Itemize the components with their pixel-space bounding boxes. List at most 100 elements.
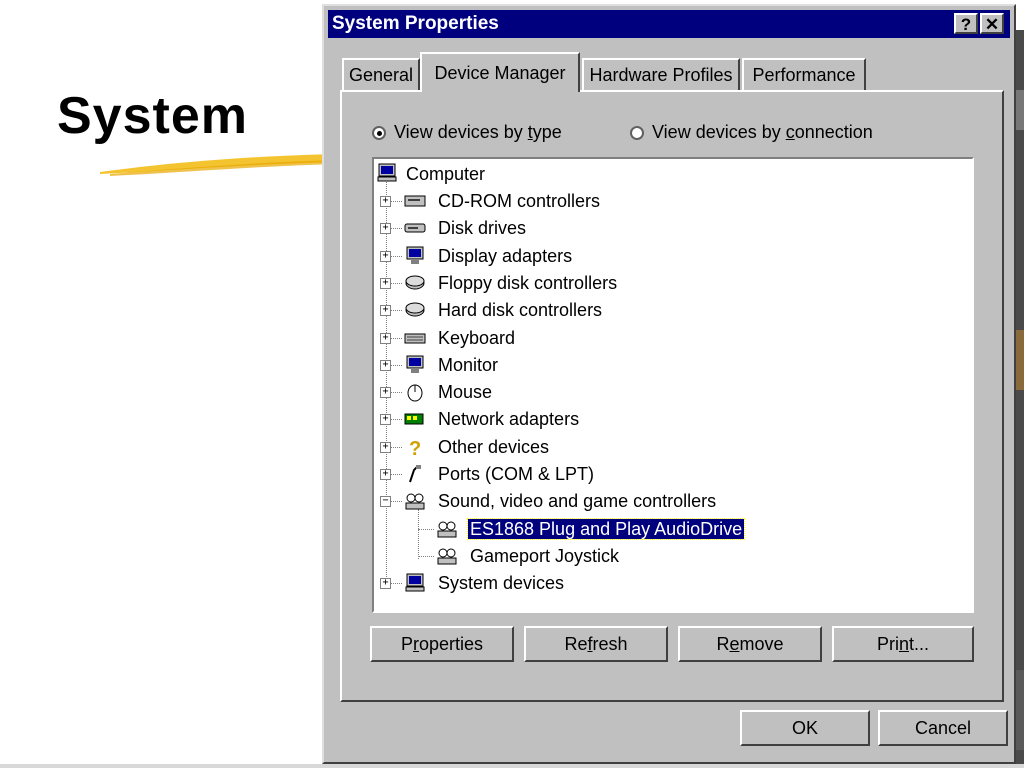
radio-unselected-icon [630, 126, 644, 141]
tree-node-label: CD-ROM controllers [438, 191, 601, 211]
sound-icon [437, 548, 457, 565]
expand-icon[interactable]: + [380, 333, 391, 344]
expand-icon[interactable]: + [380, 469, 391, 480]
tree-node-label: Monitor [438, 355, 499, 375]
tree-node-label: Network adapters [438, 409, 580, 429]
tree-guide-line [418, 529, 434, 530]
tab-hardware-profiles[interactable]: Hardware Profiles [582, 58, 740, 90]
tree-node-monitor[interactable]: Monitor [436, 352, 500, 378]
cancel-button[interactable]: Cancel [878, 710, 1008, 746]
refresh-button[interactable]: Refresh [524, 626, 668, 662]
system-properties-dialog: System Properties ? ✕ General Device Man… [322, 4, 1016, 764]
collapse-icon[interactable]: − [380, 496, 391, 507]
dialog-title: System Properties [332, 13, 499, 34]
svg-text:?: ? [409, 438, 421, 457]
tree-node-display-adapters[interactable]: Display adapters [436, 243, 574, 269]
tree-node-system-devices[interactable]: System devices [436, 570, 566, 596]
help-button[interactable]: ? [954, 13, 978, 34]
cdrom-icon [404, 195, 426, 207]
sound-icon [437, 521, 457, 538]
display-adapter-icon [406, 246, 424, 264]
device-tree[interactable]: Computer + CD-ROM controllers + Disk drives… [372, 157, 974, 613]
dialog-titlebar[interactable]: System Properties ? ✕ [328, 10, 1010, 38]
tree-node-keyboard[interactable]: Keyboard [436, 325, 517, 351]
tab-hardware-profiles-label: Hardware Profiles [589, 65, 733, 85]
tab-performance-label: Performance [752, 65, 856, 85]
computer-icon [377, 163, 397, 182]
print-label-b: t... [909, 634, 930, 654]
tab-device-manager-label: Device Manager [434, 63, 566, 83]
view-by-connection-label-b: onnection [794, 122, 873, 142]
tree-node-other-devices[interactable]: Other devices [436, 434, 551, 460]
ok-button[interactable]: OK [740, 710, 870, 746]
cancel-label: Cancel [914, 718, 972, 738]
tree-node-label: Gameport Joystick [470, 546, 620, 566]
tree-node-es1868-plug-and-play-audiodrive[interactable]: ES1868 Plug and Play AudioDrive [466, 516, 746, 542]
expand-icon[interactable]: + [380, 223, 391, 234]
tree-node-hard-disk-controllers[interactable]: Hard disk controllers [436, 297, 604, 323]
view-by-connection-label-key: c [785, 122, 795, 142]
tree-node-gameport-joystick[interactable]: Gameport Joystick [468, 543, 621, 569]
tree-node-network-adapters[interactable]: Network adapters [436, 406, 581, 432]
tree-node-label: System devices [438, 573, 565, 593]
monitor-icon [406, 355, 424, 373]
tree-node-label: Keyboard [438, 328, 516, 348]
network-adapter-icon [404, 413, 424, 425]
tree-node-label: Mouse [438, 382, 493, 402]
properties-label-b: operties [418, 634, 484, 654]
expand-icon[interactable]: + [380, 578, 391, 589]
expand-icon[interactable]: + [380, 196, 391, 207]
remove-label-a: R [716, 634, 730, 654]
disk-drive-icon [404, 223, 426, 233]
expand-icon[interactable]: + [380, 278, 391, 289]
print-label-key: n [898, 634, 909, 654]
tab-general-label: General [348, 65, 414, 85]
sound-icon [405, 493, 425, 510]
tree-node-floppy-disk-controllers[interactable]: Floppy disk controllers [436, 270, 619, 296]
background-window-edge [1016, 30, 1024, 764]
system-device-icon [405, 573, 425, 592]
slide-bottom-line [0, 764, 1024, 768]
view-by-type-radio[interactable]: View devices by type [372, 122, 562, 143]
expand-icon[interactable]: + [380, 251, 391, 262]
expand-icon[interactable]: + [380, 387, 391, 398]
expand-icon[interactable]: + [380, 414, 391, 425]
print-label-a: Pri [876, 634, 899, 654]
properties-button[interactable]: Properties [370, 626, 514, 662]
tree-node-label: Display adapters [438, 246, 573, 266]
ok-label: OK [791, 718, 818, 738]
view-by-connection-radio[interactable]: View devices by connection [630, 122, 873, 143]
slide-title: System [57, 87, 248, 145]
help-icon: ? [960, 15, 972, 34]
tree-node-disk-drives[interactable]: Disk drives [436, 215, 528, 241]
close-button[interactable]: ✕ [980, 13, 1004, 34]
tab-general[interactable]: General [342, 58, 420, 90]
question-icon: ? [409, 438, 421, 457]
tree-node-label: Floppy disk controllers [438, 273, 618, 293]
tree-node-computer[interactable]: Computer [404, 161, 487, 187]
print-button[interactable]: Print... [832, 626, 974, 662]
tree-node-ports-com-lpt[interactable]: Ports (COM & LPT) [436, 461, 596, 487]
expand-icon[interactable]: + [380, 442, 391, 453]
remove-label-key: e [729, 634, 740, 654]
tree-node-label: Hard disk controllers [438, 300, 603, 320]
tree-node-label: Ports (COM & LPT) [438, 464, 595, 484]
yellow-swoosh-decoration [100, 154, 340, 176]
port-icon [409, 465, 421, 483]
floppy-controller-icon [405, 275, 425, 290]
tab-performance[interactable]: Performance [742, 58, 866, 90]
tree-node-sound-video-and-game-controllers[interactable]: Sound, video and game controllers [436, 488, 718, 514]
tree-node-cd-rom-controllers[interactable]: CD-ROM controllers [436, 188, 602, 214]
tree-node-label: Disk drives [438, 218, 527, 238]
hard-disk-controller-icon [405, 302, 425, 317]
tree-node-label: Sound, video and game controllers [438, 491, 717, 511]
tab-device-manager[interactable]: Device Manager [420, 52, 580, 92]
tree-node-label: Computer [406, 164, 486, 184]
properties-label-a: P [400, 634, 413, 654]
view-by-type-label-a: View devices by [394, 122, 528, 142]
remove-button[interactable]: Remove [678, 626, 822, 662]
expand-icon[interactable]: + [380, 360, 391, 371]
tree-node-mouse[interactable]: Mouse [436, 379, 494, 405]
expand-icon[interactable]: + [380, 305, 391, 316]
remove-label-b: move [739, 634, 784, 654]
